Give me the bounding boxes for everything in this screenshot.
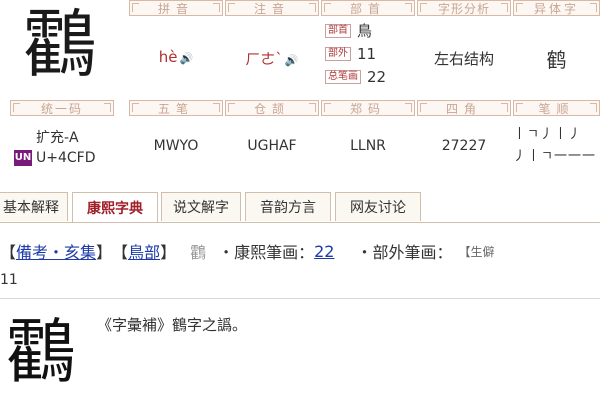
speaker-icon[interactable]: 🔊 xyxy=(180,52,194,65)
pinyin-header: 拼音 xyxy=(129,0,223,16)
kangxi-info-line: 【 備考・亥集 】 【 鳥部 】 鸖 ・康熙筆画： 22 ・部外筆画： 【 生僻 xyxy=(0,238,600,264)
bushou-value: 鳥 xyxy=(357,22,373,40)
sijiao-value: 27227 xyxy=(441,138,487,154)
wubi-header: 五笔 xyxy=(129,100,223,116)
tongyima-header: 统一码 xyxy=(10,100,114,116)
zongbihua-value: 22 xyxy=(367,67,387,86)
kangxi-buwai-value: 11 xyxy=(0,272,18,288)
buwai-tag: 部外 xyxy=(325,46,351,61)
tab-discussion[interactable]: 网友讨论 xyxy=(335,192,421,221)
zhengma-header: 郑码 xyxy=(321,100,415,116)
kangxi-bu-link[interactable]: 鳥部 xyxy=(128,239,160,263)
kangxi-note: 《字彙補》鶴字之譌。 xyxy=(97,316,248,334)
kangxi-char-image: 鸖 xyxy=(6,311,76,393)
kangxi-ref-link[interactable]: 備考・亥集 xyxy=(16,239,96,263)
speaker-icon[interactable]: 🔊 xyxy=(285,54,299,67)
unicode-logo-icon: UN xyxy=(14,150,32,166)
cangjie-value: UGHAF xyxy=(247,138,297,154)
bishun-header: 笔顺 xyxy=(513,100,600,116)
main-character: 鸖 xyxy=(23,2,97,88)
kangxi-char-small: 鸖 xyxy=(190,243,207,262)
tab-kangxi[interactable]: 康熙字典 xyxy=(72,192,158,222)
kangxi-bihua-label: ・康熙筆画： xyxy=(218,243,315,262)
zixing-value: 左右结构 xyxy=(433,50,494,68)
buwai-value: 11 xyxy=(357,44,377,63)
bishun-line-1: 丨ㄱ丿丨丿 xyxy=(513,127,582,142)
zixing-header: 字形分析 xyxy=(417,0,511,16)
unicode-value: U+4CFD xyxy=(36,150,96,166)
cangjie-header: 仓颉 xyxy=(225,100,319,116)
bushou-header: 部首 xyxy=(321,0,415,16)
kangxi-bihua-link[interactable]: 22 xyxy=(314,242,334,261)
kangxi-truncated-note: 生僻 xyxy=(470,244,495,259)
zhuyin-header: 注音 xyxy=(225,0,319,16)
bracket-close: 】 xyxy=(96,243,113,262)
bracket-open: 【 xyxy=(458,244,471,259)
char-info-panel: 鸖 拼音 hè 🔊 注音 ㄏㄜˋ 🔊 部首 部首 鳥 部外 11 总笔画 22 字形… xyxy=(0,0,600,176)
zongbihua-tag: 总笔画 xyxy=(325,69,361,84)
tab-bar: 基本解释 康熙字典 说文解字 音韵方言 网友讨论 xyxy=(0,192,600,223)
tab-yinyun[interactable]: 音韵方言 xyxy=(245,192,331,221)
bracket-close: 】 xyxy=(160,243,177,262)
bracket-open: 【 xyxy=(0,243,17,262)
tab-shuowen[interactable]: 说文解字 xyxy=(161,192,241,221)
zhengma-value: LLNR xyxy=(350,138,386,154)
tab-basic[interactable]: 基本解释 xyxy=(0,192,68,221)
bracket-open: 【 xyxy=(112,243,129,262)
divider xyxy=(0,298,600,299)
yitizi-header: 异体字 xyxy=(513,0,600,16)
wubi-value: MWYO xyxy=(153,138,199,154)
zhuyin-value: ㄏㄜˋ xyxy=(245,50,283,68)
unicode-block: 扩充-A xyxy=(36,130,79,146)
pinyin-value: hè xyxy=(158,48,178,66)
bishun-line-2: 丿丨ㄱ一一一 xyxy=(513,149,596,164)
yitizi-value[interactable]: 鹤 xyxy=(513,44,600,73)
kangxi-buwai-label: ・部外筆画： xyxy=(356,243,453,262)
bushou-tag: 部首 xyxy=(325,23,351,38)
sijiao-header: 四角 xyxy=(417,100,511,116)
